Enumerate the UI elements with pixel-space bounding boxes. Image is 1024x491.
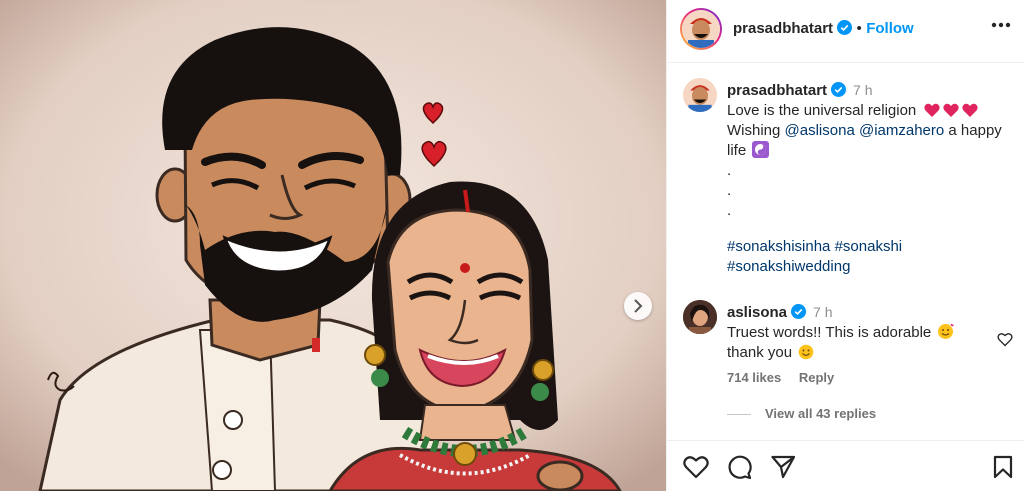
- post-details-panel: prasadbhatart • Follow prasadbhatart 7 h …: [666, 0, 1024, 491]
- more-icon[interactable]: [991, 22, 1011, 28]
- caricature-illustration: [0, 0, 666, 491]
- caption-dot: .: [727, 162, 732, 179]
- avatar-illustration-icon: [682, 10, 720, 48]
- comment-time[interactable]: 7 h: [813, 304, 832, 320]
- like-icon[interactable]: [683, 455, 709, 479]
- comment-text-line2: thank you: [727, 344, 793, 361]
- caption-author-avatar[interactable]: [683, 78, 717, 112]
- verified-icon: [831, 82, 847, 97]
- comment-icon[interactable]: [727, 455, 752, 480]
- separator-dot: •: [856, 20, 862, 37]
- next-image-button[interactable]: [624, 292, 652, 320]
- caption-wishing: Wishing: [727, 122, 781, 139]
- caption-line1: Love is the universal religion: [727, 102, 917, 119]
- share-icon[interactable]: [771, 455, 796, 479]
- comment-text-line1: Truest words!! This is adorable: [727, 324, 932, 341]
- post-header: prasadbhatart • Follow: [667, 0, 1024, 63]
- comment-item: aslisona 7 h Truest words!! This is adora…: [727, 302, 997, 363]
- heart-emoji-icon: [962, 103, 979, 117]
- verified-icon: [837, 20, 853, 35]
- hashtag-link[interactable]: #sonakshisinha: [727, 238, 830, 255]
- instagram-post-window: prasadbhatart • Follow prasadbhatart 7 h …: [0, 0, 1024, 491]
- verified-icon: [791, 304, 807, 319]
- mention-link[interactable]: @iamzahero: [859, 122, 944, 139]
- caption-dot: .: [727, 182, 732, 199]
- comment-like-icon[interactable]: [997, 332, 1013, 347]
- comment-meta: 714 likes Reply: [727, 370, 848, 385]
- hashtag-link[interactable]: #sonakshi: [835, 238, 903, 255]
- caption-username[interactable]: prasadbhatart: [727, 82, 827, 99]
- commenter-avatar[interactable]: [683, 300, 717, 334]
- post-caption: prasadbhatart 7 h Love is the universal r…: [727, 80, 1012, 277]
- header-user-row: prasadbhatart • Follow: [733, 20, 914, 38]
- caption-time[interactable]: 7 h: [853, 82, 872, 98]
- save-icon[interactable]: [993, 455, 1013, 479]
- hashtag-link[interactable]: #sonakshiwedding: [727, 258, 850, 275]
- post-image[interactable]: [0, 0, 666, 491]
- reply-button[interactable]: Reply: [799, 370, 834, 385]
- view-replies-button[interactable]: View all 43 replies: [727, 406, 876, 421]
- view-replies-label: View all 43 replies: [765, 406, 877, 421]
- yin-yang-icon: [752, 141, 770, 158]
- caption-dot: .: [727, 202, 732, 219]
- comment-likes-count[interactable]: 714 likes: [727, 370, 781, 385]
- smile-emoji-icon: [798, 344, 814, 360]
- author-username[interactable]: prasadbhatart: [733, 20, 833, 37]
- mention-link[interactable]: @aslisona: [785, 122, 855, 139]
- replies-divider: [727, 414, 751, 416]
- avatar-illustration-icon: [683, 78, 717, 112]
- follow-button[interactable]: Follow: [866, 20, 914, 37]
- smiling-hearts-emoji-icon: [938, 324, 955, 339]
- post-actions-bar: [667, 440, 1024, 491]
- author-avatar[interactable]: [680, 8, 722, 50]
- heart-emoji-icon: [943, 103, 960, 117]
- chevron-right-icon: [634, 299, 643, 313]
- hearts-emoji-group: [924, 103, 979, 118]
- commenter-avatar-icon: [683, 300, 717, 334]
- heart-emoji-icon: [924, 103, 941, 117]
- commenter-username[interactable]: aslisona: [727, 304, 787, 321]
